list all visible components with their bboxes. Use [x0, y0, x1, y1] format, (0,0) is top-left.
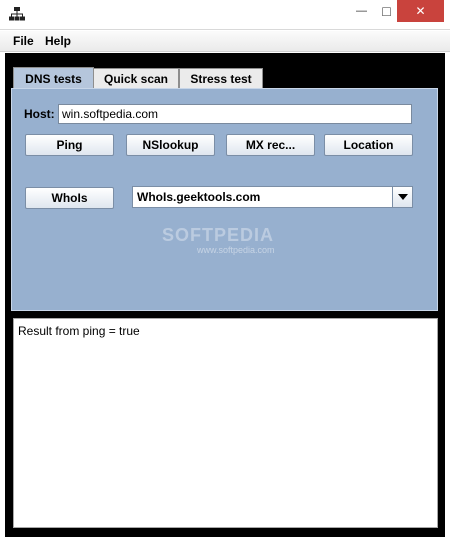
tab-dns-tests[interactable]: DNS tests — [13, 67, 94, 89]
ping-button[interactable]: Ping — [25, 134, 114, 156]
whois-server-value: WhoIs.geektools.com — [137, 190, 261, 204]
network-tree-icon — [9, 7, 25, 21]
menu-bar: File Help — [0, 31, 450, 52]
close-icon: ✕ — [415, 4, 426, 18]
whois-button[interactable]: WhoIs — [25, 187, 114, 209]
watermark: SOFTPEDIA — [162, 225, 275, 245]
tab-quick-scan[interactable]: Quick scan — [93, 68, 179, 89]
result-text: Result from ping = true — [18, 324, 140, 338]
nslookup-button[interactable]: NSlookup — [126, 134, 215, 156]
host-label: Host: — [24, 107, 55, 121]
close-button[interactable]: ✕ — [397, 0, 444, 22]
minimize-icon: — — [356, 5, 367, 17]
mx-records-button[interactable]: MX rec... — [226, 134, 315, 156]
dropdown-button[interactable] — [392, 187, 412, 207]
menu-file[interactable]: File — [13, 34, 34, 48]
location-button[interactable]: Location — [324, 134, 413, 156]
chevron-down-icon — [397, 194, 408, 200]
result-output[interactable]: Result from ping = true — [13, 318, 438, 528]
whois-server-select[interactable]: WhoIs.geektools.com — [132, 186, 413, 208]
watermark-url: www.softpedia.com — [197, 245, 275, 255]
tab-stress-test[interactable]: Stress test — [179, 68, 263, 89]
title-bar: — □ ✕ — [0, 0, 450, 30]
dns-tests-panel: Host: Ping NSlookup MX rec... Location W… — [11, 88, 438, 311]
host-input[interactable] — [58, 104, 412, 124]
menu-help[interactable]: Help — [45, 34, 71, 48]
maximize-icon: □ — [382, 3, 391, 19]
main-content: DNS tests Quick scan Stress test Host: P… — [5, 53, 445, 537]
